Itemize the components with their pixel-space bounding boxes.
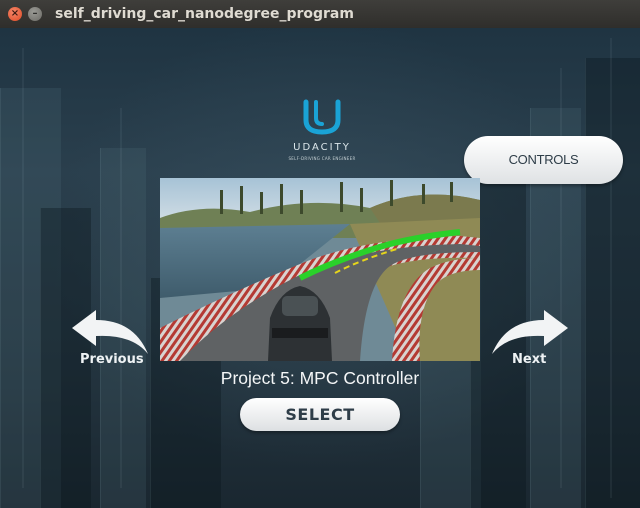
- background-streak: [560, 68, 562, 488]
- logo-wordmark: UDACITY: [293, 142, 351, 153]
- select-button-label: SELECT: [285, 405, 355, 424]
- select-button[interactable]: SELECT: [240, 398, 400, 431]
- previous-arrow-button[interactable]: [68, 308, 152, 356]
- next-label[interactable]: Next: [512, 352, 546, 367]
- logo-tagline: SELF-DRIVING CAR ENGINEER: [288, 156, 356, 161]
- project-title: Project 5: MPC Controller: [220, 368, 420, 388]
- udacity-logo: UDACITY SELF-DRIVING CAR ENGINEER: [280, 98, 364, 161]
- window-close-button[interactable]: ×: [8, 7, 22, 21]
- next-arrow-button[interactable]: [488, 308, 572, 356]
- background-streak: [610, 38, 612, 498]
- menu-scene: UDACITY SELF-DRIVING CAR ENGINEER CONTRO…: [0, 28, 640, 508]
- udacity-u-icon: [303, 99, 341, 135]
- title-bar: × – self_driving_car_nanodegree_program: [0, 0, 640, 28]
- previous-label[interactable]: Previous: [80, 352, 144, 367]
- background-streak: [120, 108, 122, 488]
- window-minimize-button[interactable]: –: [28, 7, 42, 21]
- close-icon: ×: [10, 8, 20, 19]
- app-window: × – self_driving_car_nanodegree_program …: [0, 0, 640, 508]
- window-title: self_driving_car_nanodegree_program: [55, 6, 354, 22]
- project-preview-image: [160, 178, 480, 361]
- background-building: [585, 58, 640, 508]
- background-streak: [22, 48, 24, 488]
- controls-button-label: CONTROLS: [508, 152, 579, 167]
- controls-button[interactable]: CONTROLS: [464, 136, 623, 184]
- minimize-icon: –: [32, 8, 38, 19]
